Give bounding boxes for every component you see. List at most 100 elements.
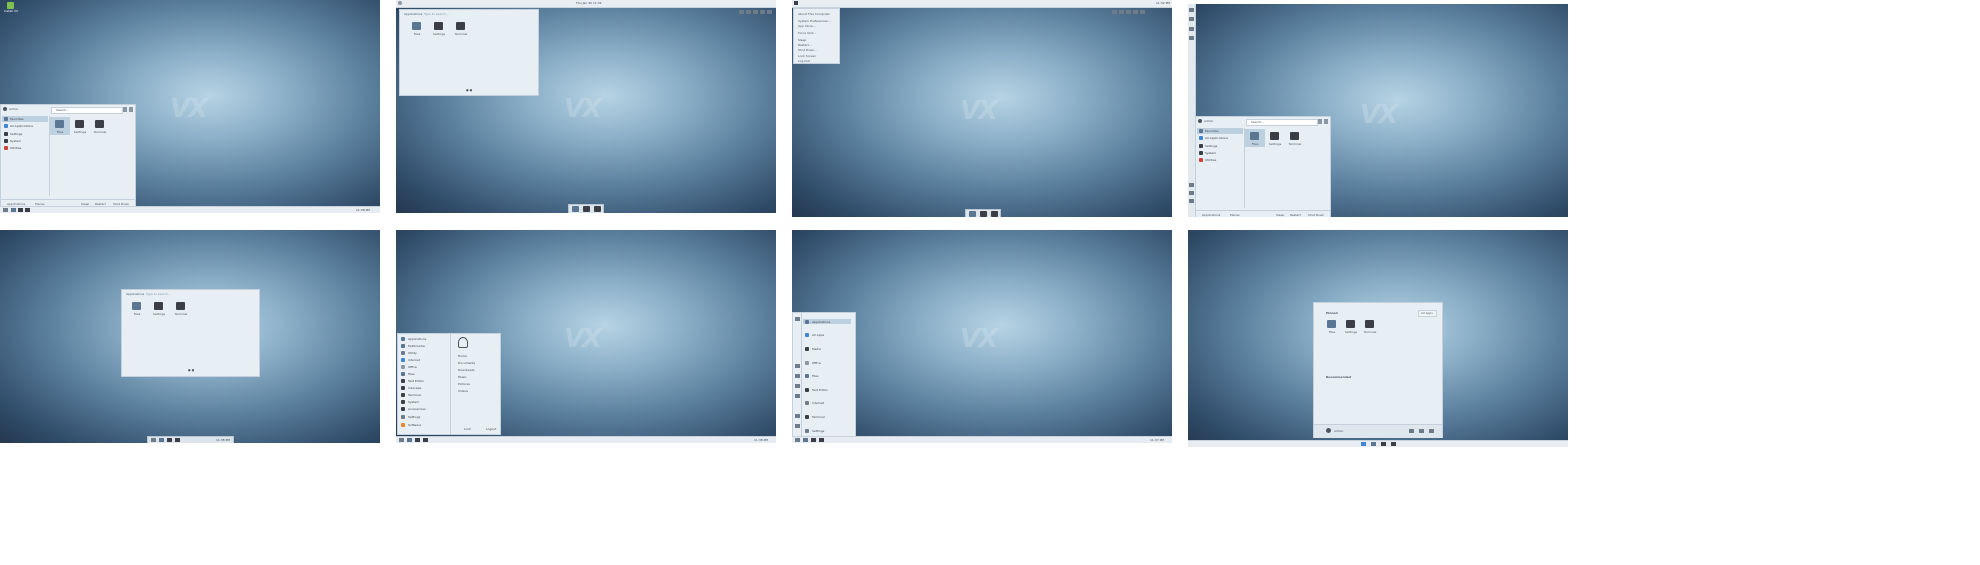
- user-avatar[interactable]: [1198, 119, 1202, 123]
- rail-icon-6[interactable]: [795, 414, 800, 418]
- entry-internet[interactable]: Internet: [805, 401, 824, 405]
- dock-icon-4[interactable]: [1189, 36, 1194, 40]
- power-icon[interactable]: [129, 107, 133, 112]
- rail-icon-5[interactable]: [795, 394, 800, 398]
- sidebar-item-settings[interactable]: Settings: [1199, 144, 1217, 148]
- entry-office[interactable]: Office: [805, 361, 821, 365]
- user-name[interactable]: admin: [1334, 429, 1343, 433]
- footer-places[interactable]: Places: [1230, 213, 1240, 217]
- rail-icon-1[interactable]: [795, 317, 800, 321]
- dock-icon-1[interactable]: [1189, 8, 1194, 12]
- menu-shutdown[interactable]: Shut Down...: [798, 48, 817, 52]
- terminal-dock-icon[interactable]: [991, 211, 998, 217]
- taskbar-clock[interactable]: 11:37 PM: [1150, 438, 1164, 442]
- settings-dock-icon[interactable]: [583, 206, 590, 212]
- rail-icon-4[interactable]: [795, 384, 800, 388]
- search-input[interactable]: Search...: [51, 107, 123, 114]
- sidebar-item-utilities[interactable]: Utilities: [1199, 158, 1216, 162]
- app-tile-settings[interactable]: Settings: [1342, 319, 1360, 335]
- taskbar-clock[interactable]: 11:38 PM: [356, 208, 370, 212]
- menu-log-out[interactable]: Log Out: [798, 59, 810, 63]
- search-input[interactable]: Search...: [1246, 119, 1318, 126]
- user-avatar[interactable]: [3, 107, 7, 111]
- terminal-taskbar-icon[interactable]: [25, 208, 30, 212]
- app-tile-settings[interactable]: Settings: [430, 21, 448, 37]
- start-button[interactable]: [151, 438, 156, 442]
- category-utility[interactable]: Utility: [401, 351, 417, 355]
- entry-all-apps[interactable]: All Apps: [805, 333, 824, 337]
- sidebar-item-system[interactable]: System: [4, 139, 21, 143]
- system-tray[interactable]: [738, 1, 773, 20]
- documents-icon[interactable]: [1409, 429, 1414, 433]
- settings-dock-icon[interactable]: [980, 211, 987, 217]
- entry-media[interactable]: Media: [805, 347, 821, 351]
- entry-files[interactable]: Files: [805, 374, 819, 378]
- app-tile-settings[interactable]: Settings: [150, 301, 168, 317]
- menu-app-store[interactable]: App Store...: [798, 24, 816, 28]
- search-field[interactable]: Type to search...: [146, 292, 171, 296]
- app-tile-files[interactable]: Files: [1246, 131, 1264, 147]
- dock-icon-2[interactable]: [1189, 17, 1194, 21]
- files-dock-icon[interactable]: [159, 438, 164, 442]
- tab-applications[interactable]: Applications: [404, 12, 422, 16]
- menu-restart[interactable]: Restart...: [798, 43, 812, 47]
- terminal-dock-icon[interactable]: [594, 206, 601, 212]
- taskbar-clock[interactable]: 11:38 PM: [754, 438, 768, 442]
- app-tile-files[interactable]: Files: [51, 119, 69, 135]
- category-applications[interactable]: Applications: [401, 337, 426, 341]
- category-system[interactable]: System: [401, 400, 419, 404]
- start-button[interactable]: [795, 438, 800, 442]
- app-tile-terminal[interactable]: Terminal: [1361, 319, 1379, 335]
- terminal-taskbar-icon[interactable]: [1391, 442, 1396, 446]
- tray-icon-3[interactable]: [1189, 199, 1194, 203]
- files-taskbar-icon[interactable]: [803, 438, 808, 442]
- category-files[interactable]: Files: [401, 372, 415, 376]
- power-icon[interactable]: [1429, 429, 1434, 433]
- category-settings[interactable]: Settings: [401, 415, 420, 419]
- settings-taskbar-icon[interactable]: [811, 438, 816, 442]
- app-tile-files[interactable]: Files: [408, 21, 426, 37]
- system-tray[interactable]: [184, 437, 205, 443]
- lock-button[interactable]: Lock: [464, 427, 471, 431]
- settings-taskbar-icon[interactable]: [18, 208, 23, 212]
- start-button[interactable]: [1361, 442, 1366, 446]
- install-desktop-icon[interactable]: Install VX: [4, 2, 18, 13]
- sidebar-item-all-apps[interactable]: All Applications: [1199, 136, 1228, 140]
- tray-icon-2[interactable]: [1189, 191, 1194, 195]
- rail-icon-3[interactable]: [795, 374, 800, 378]
- page-indicator[interactable]: ● ●: [188, 368, 194, 372]
- category-software[interactable]: Software: [401, 423, 421, 427]
- files-dock-icon[interactable]: [969, 211, 976, 217]
- sidebar-item-utilities[interactable]: Utilities: [4, 146, 21, 150]
- category-office[interactable]: Office: [401, 365, 417, 369]
- menu-about[interactable]: About This Computer: [798, 12, 830, 16]
- app-tile-terminal[interactable]: Terminal: [172, 301, 190, 317]
- files-taskbar-icon[interactable]: [11, 208, 16, 212]
- category-text-editor[interactable]: Text Editor: [401, 379, 424, 383]
- category-inkscape[interactable]: Inkscape: [401, 386, 421, 390]
- place-pictures[interactable]: Pictures: [458, 382, 470, 386]
- menu-sleep[interactable]: Sleep: [798, 38, 806, 42]
- rail-icon-7[interactable]: [795, 424, 800, 428]
- start-button[interactable]: [3, 208, 8, 212]
- app-tile-terminal[interactable]: Terminal: [1286, 131, 1304, 147]
- system-tray[interactable]: [1111, 1, 1146, 20]
- sidebar-item-system[interactable]: System: [1199, 151, 1216, 155]
- activities-icon[interactable]: [398, 1, 402, 5]
- terminal-dock-icon[interactable]: [175, 438, 180, 442]
- terminal-taskbar-icon[interactable]: [423, 438, 428, 442]
- menu-force-quit[interactable]: Force Quit...: [798, 31, 816, 35]
- place-music[interactable]: Music: [458, 375, 467, 379]
- sidebar-item-favorites[interactable]: Favorites: [4, 117, 24, 121]
- category-multimedia[interactable]: Multimedia: [401, 344, 425, 348]
- settings-icon[interactable]: [1419, 429, 1424, 433]
- entry-settings[interactable]: Settings: [805, 429, 824, 433]
- settings-taskbar-icon[interactable]: [415, 438, 420, 442]
- category-internet[interactable]: Internet: [401, 358, 420, 362]
- settings-dock-icon[interactable]: [167, 438, 172, 442]
- user-avatar[interactable]: [1326, 428, 1331, 433]
- tab-applications[interactable]: Applications: [126, 292, 144, 296]
- topbar-clock[interactable]: Thu Jan 30 11:32: [576, 1, 602, 5]
- footer-sleep[interactable]: Sleep: [1276, 213, 1284, 217]
- menubar-clock[interactable]: 11:32 PM: [1156, 1, 1170, 5]
